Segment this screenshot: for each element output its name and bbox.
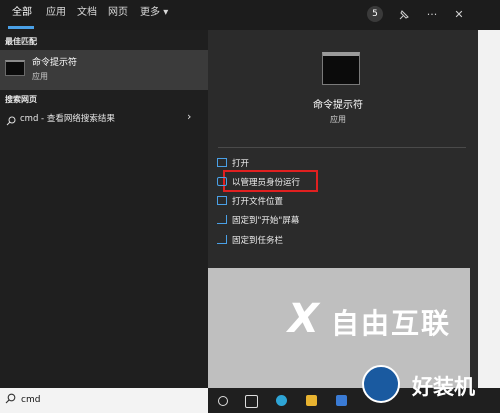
detail-subtitle: 应用	[330, 115, 346, 124]
feedback-icon[interactable]	[395, 5, 413, 25]
logo-icon	[362, 365, 400, 403]
active-tab-indicator	[8, 26, 34, 29]
results-pane: 最佳匹配 命令提示符 应用 搜索网页 cmd - 查看网络搜索结果 ›	[0, 30, 208, 388]
divider	[218, 147, 466, 148]
detail-title: 命令提示符	[313, 100, 363, 111]
best-match-item[interactable]: 命令提示符 应用	[0, 50, 208, 90]
edge-icon[interactable]	[276, 395, 287, 406]
watermark-text: 自由互联	[331, 307, 452, 340]
terminal-icon	[5, 60, 25, 76]
pin-icon	[217, 235, 227, 244]
web-search-text: cmd - 查看网络搜索结果	[20, 112, 115, 124]
web-query: cmd	[20, 114, 39, 124]
more-options-icon[interactable]: ···	[423, 5, 441, 25]
scrollbar[interactable]	[470, 30, 478, 388]
best-match-title: 命令提示符	[32, 58, 78, 68]
close-icon[interactable]: ✕	[450, 5, 468, 25]
search-value: cmd	[21, 395, 41, 405]
search-icon	[6, 111, 16, 130]
action-open-file-location[interactable]: 打开文件位置	[232, 195, 283, 207]
rewards-badge[interactable]: 5	[367, 6, 383, 22]
terminal-icon	[322, 52, 360, 85]
watermark-logo: X	[288, 296, 319, 342]
action-pin-start[interactable]: 固定到"开始"屏幕	[232, 214, 299, 226]
web-search-header: 搜索网页	[5, 95, 37, 104]
tab-web[interactable]: 网页	[108, 0, 128, 30]
tab-more-label: 更多	[140, 7, 160, 18]
action-run-as-admin[interactable]: 以管理员身份运行	[232, 176, 300, 188]
pin-icon	[217, 215, 227, 224]
chevron-down-icon: ▾	[163, 7, 169, 18]
detail-pane: 命令提示符 应用 打开 以管理员身份运行 打开文件位置 固定到"开始"屏幕 固定…	[208, 30, 500, 388]
top-tab-bar: 全部 应用 文档 网页 更多 ▾ 5 ··· ✕	[0, 0, 500, 30]
cortana-icon[interactable]	[218, 396, 228, 406]
file-explorer-icon[interactable]	[306, 395, 317, 406]
best-match-header: 最佳匹配	[5, 37, 37, 46]
open-icon	[217, 158, 227, 167]
best-match-subtitle: 应用	[32, 72, 48, 81]
web-suffix: - 查看网络搜索结果	[38, 114, 115, 124]
tab-apps[interactable]: 应用	[46, 0, 66, 30]
background-edge	[478, 30, 500, 388]
search-icon	[5, 393, 16, 407]
chevron-right-icon: ›	[187, 110, 192, 123]
logo-text: 好装机	[412, 375, 475, 399]
tab-more[interactable]: 更多 ▾	[140, 0, 168, 30]
action-open[interactable]: 打开	[232, 157, 249, 169]
action-pin-taskbar[interactable]: 固定到任务栏	[232, 234, 283, 246]
search-input[interactable]: cmd	[0, 388, 208, 413]
store-icon[interactable]	[336, 395, 347, 406]
task-view-icon[interactable]	[245, 395, 258, 408]
tab-documents[interactable]: 文档	[77, 0, 97, 30]
folder-icon	[217, 196, 227, 205]
admin-shield-icon	[217, 177, 227, 186]
web-search-item[interactable]: cmd - 查看网络搜索结果 ›	[0, 107, 208, 131]
